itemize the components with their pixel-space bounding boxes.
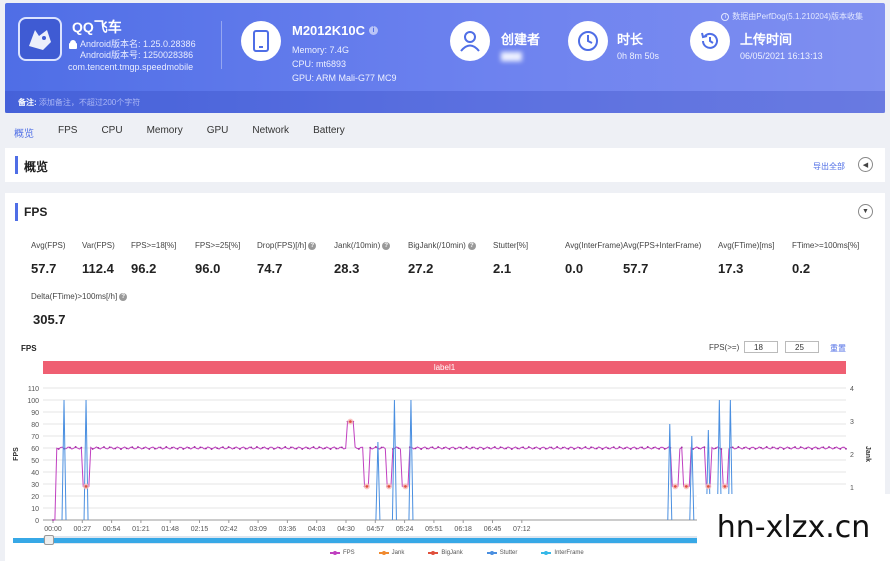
tab-overview[interactable]: 概览 (14, 125, 34, 140)
source-note: i 数据由PerfDog(5.1.210204)版本收集 (721, 11, 863, 22)
export-all-link[interactable]: 导出全部 (813, 161, 845, 172)
clock-icon (568, 21, 608, 61)
legend-stutter-swatch (486, 551, 497, 555)
fps-collapse-button[interactable]: ▼ (858, 204, 873, 219)
tab-memory[interactable]: Memory (147, 125, 183, 140)
fps-threshold-input-2[interactable] (785, 341, 819, 353)
tab-battery[interactable]: Battery (313, 125, 345, 140)
tab-cpu[interactable]: CPU (101, 125, 122, 140)
watermark: hn-xlzx.cn (697, 494, 890, 561)
phone-icon (241, 21, 281, 61)
note-input[interactable]: 添加备注，不超过200个字符 (39, 98, 140, 107)
app-icon (18, 17, 62, 61)
help-icon[interactable]: ? (382, 241, 391, 250)
metric-value: 112.4 (82, 261, 114, 276)
metric-label: Avg(FPS+InterFrame) (623, 241, 702, 250)
fps-title: FPS (24, 205, 48, 219)
metric-value: 305.7 (33, 312, 66, 327)
device-cpu: CPU: mt6893 (292, 59, 347, 69)
upload-title: 上传时间 (740, 32, 793, 47)
metric-label: FTime>=100ms[%] (792, 241, 860, 250)
legend-interframe[interactable]: InterFrame (541, 550, 584, 556)
device-specs: Memory: 7.4G CPU: mt6893 GPU: ARM Mali-G… (292, 43, 397, 85)
metric-label: Stutter[%] (493, 241, 529, 250)
legend-jank[interactable]: Jank (378, 550, 404, 556)
overview-title: 概览 (24, 160, 49, 174)
tab-gpu[interactable]: GPU (207, 125, 229, 140)
legend-bigjank[interactable]: BigJank (428, 550, 463, 556)
help-icon[interactable]: ? (308, 241, 317, 250)
creator-title: 创建者 (501, 32, 541, 47)
device-info-icon[interactable]: i (369, 26, 378, 35)
tab-bar: 概览 FPS CPU Memory GPU Network Battery (14, 125, 369, 140)
app-package: com.tencent.tmgp.speedmobile (68, 62, 194, 72)
creator-value: ▇▇▇ (501, 51, 522, 61)
history-icon (690, 21, 730, 61)
legend-interframe-swatch (541, 551, 552, 555)
time-scrollbar-handle[interactable] (44, 535, 54, 545)
help-icon[interactable]: ? (467, 241, 476, 250)
metric-value: 57.7 (31, 261, 57, 276)
overview-panel: 概览 导出全部 ◀ (5, 148, 885, 182)
metric-label: Var(FPS) (82, 241, 115, 250)
metric-label: Delta(FTime)>100ms[/h]? (31, 292, 128, 301)
metric-value: 57.7 (623, 261, 649, 276)
help-icon[interactable]: ? (119, 292, 128, 301)
reset-link[interactable]: 重置 (830, 343, 846, 354)
metric-value: 27.2 (408, 261, 434, 276)
overview-accent (15, 156, 18, 174)
metric-label: BigJank(/10min)? (408, 241, 476, 250)
metric-value: 17.3 (718, 261, 744, 276)
android-version-code: Android版本号: 1250028386 (80, 50, 194, 60)
metric-value: 0.0 (565, 261, 584, 276)
info-icon: i (721, 12, 730, 21)
fps-threshold-input-1[interactable] (744, 341, 778, 353)
metric-label: Avg(FTime)[ms] (718, 241, 775, 250)
metric-label: Avg(InterFrame) (565, 241, 624, 250)
metric-value: 96.0 (195, 261, 221, 276)
metric-value: 74.7 (257, 261, 283, 276)
metric-label: FPS>=18[%] (131, 241, 177, 250)
note-label: 备注: (18, 98, 37, 107)
metric-value: 0.2 (792, 261, 811, 276)
fps-chart-title: FPS (21, 344, 37, 353)
device-name: M2012K10C i (292, 23, 378, 38)
metric-value: 2.1 (493, 261, 512, 276)
duration-title: 时长 (617, 32, 644, 47)
user-icon (450, 21, 490, 61)
tab-network[interactable]: Network (252, 125, 289, 140)
device-gpu: GPU: ARM Mali-G77 MC9 (292, 73, 397, 83)
legend-jank-swatch (378, 551, 389, 555)
fps-threshold-label: FPS(>=) (709, 343, 740, 352)
overview-collapse-button[interactable]: ◀ (858, 157, 873, 172)
header-divider (221, 21, 222, 69)
metric-label: Avg(FPS) (31, 241, 66, 250)
android-version-name: Android版本名: 1.25.0.28386 (80, 39, 196, 49)
device-memory: Memory: 7.4G (292, 45, 350, 55)
android-icon (69, 39, 77, 49)
legend-bigjank-swatch (428, 551, 439, 555)
legend-fps[interactable]: FPS (330, 550, 355, 556)
duration-value: 0h 8m 50s (617, 51, 660, 61)
fps-accent (15, 203, 18, 221)
metric-value: 96.2 (131, 261, 157, 276)
upload-value: 06/05/2021 16:13:13 (740, 51, 823, 61)
tab-fps[interactable]: FPS (58, 125, 77, 140)
metric-value: 28.3 (334, 261, 360, 276)
app-title: QQ飞车 (72, 19, 122, 35)
label-bar[interactable]: label1 (43, 361, 846, 374)
app-version-info: Android版本名: 1.25.0.28386 Android版本号: 125… (68, 39, 196, 61)
report-header: QQ飞车 Android版本名: 1.25.0.28386 Android版本号… (5, 3, 885, 113)
metric-label: Jank(/10min)? (334, 241, 391, 250)
metric-label: FPS>=25[%] (195, 241, 241, 250)
metric-label: Drop(FPS)[/h]? (257, 241, 317, 250)
legend-stutter[interactable]: Stutter (486, 550, 517, 556)
chart-legend: FPS Jank BigJank Stutter InterFrame (330, 550, 608, 556)
note-bar[interactable]: 备注: 添加备注，不超过200个字符 (5, 91, 885, 113)
legend-fps-swatch (330, 551, 340, 555)
